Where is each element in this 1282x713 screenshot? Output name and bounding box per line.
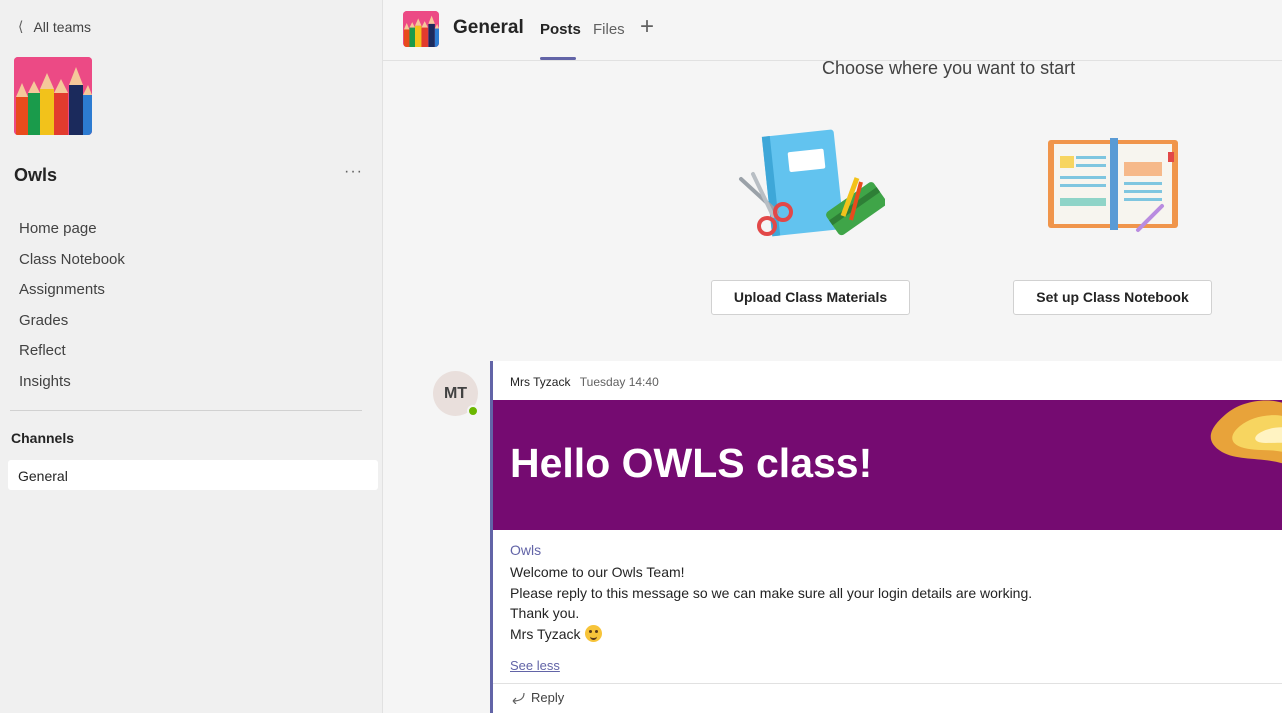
- announcement-banner: Hello OWLS class!: [493, 400, 1282, 530]
- nav-item-reflect[interactable]: Reflect: [0, 336, 383, 367]
- post-line: Please reply to this message so we can m…: [510, 584, 1033, 601]
- team-nav-list: Home page Class Notebook Assignments Gra…: [0, 214, 383, 397]
- all-teams-label: All teams: [33, 18, 92, 35]
- post-subject: Owls: [510, 542, 542, 558]
- team-more-options-button[interactable]: ···: [344, 163, 363, 181]
- nav-item-insights[interactable]: Insights: [0, 367, 383, 398]
- nav-item-class-notebook[interactable]: Class Notebook: [0, 245, 383, 276]
- start-title: Choose where you want to start: [822, 58, 1076, 78]
- presence-available-icon: [467, 405, 479, 417]
- post-footer: Reply: [493, 683, 1282, 713]
- upload-class-materials-button[interactable]: Upload Class Materials: [711, 280, 910, 315]
- tab-posts[interactable]: Posts: [540, 21, 581, 38]
- teams-app: ⟨ All teams Owls ··· Home page Class Not…: [0, 0, 1282, 713]
- banner-heading: Hello OWLS class!: [510, 440, 873, 486]
- chevron-left-icon: ⟨: [18, 18, 24, 34]
- active-tab-indicator: [540, 57, 576, 60]
- see-less-link[interactable]: See less: [510, 658, 560, 673]
- fireball-decoration-icon: [1210, 400, 1282, 464]
- class-notebook-illustration: [1048, 138, 1178, 232]
- reply-arrow-icon: [512, 692, 525, 704]
- post-body: Welcome to our Owls Team! Please reply t…: [510, 562, 1032, 644]
- team-name: Owls: [14, 165, 58, 185]
- set-up-class-notebook-button[interactable]: Set up Class Notebook: [1013, 280, 1212, 315]
- hug-emoji-icon: [584, 624, 602, 642]
- channel-title: General: [453, 17, 524, 38]
- post-line: Welcome to our Owls Team!: [510, 564, 685, 580]
- post-timestamp: Tuesday 14:40: [579, 375, 659, 389]
- channels-heading: Channels: [11, 430, 75, 446]
- post-meta: Mrs Tyzack Tuesday 14:40: [510, 375, 659, 389]
- team-avatar-pencils: [14, 57, 92, 135]
- reply-button[interactable]: Reply: [509, 690, 564, 705]
- post-line: Thank you.: [510, 605, 580, 622]
- sidebar-divider: [10, 410, 362, 411]
- class-materials-illustration: [739, 129, 885, 237]
- channel-item-general[interactable]: General: [8, 460, 378, 490]
- nav-item-assignments[interactable]: Assignments: [0, 275, 383, 306]
- add-tab-plus-icon[interactable]: +: [640, 13, 654, 41]
- nav-item-grades[interactable]: Grades: [0, 306, 383, 337]
- all-teams-link[interactable]: ⟨ All teams: [18, 18, 91, 35]
- reply-label: Reply: [531, 690, 565, 705]
- channel-header: General Posts Files +: [383, 0, 1282, 61]
- channel-post: Mrs Tyzack Tuesday 14:40 Hello OWLS clas…: [490, 361, 1282, 713]
- nav-item-home-page[interactable]: Home page: [0, 214, 383, 245]
- post-signature-line: Mrs Tyzack: [510, 624, 1032, 645]
- team-icon-small: [403, 11, 439, 47]
- team-sidebar: ⟨ All teams Owls ··· Home page Class Not…: [0, 0, 383, 713]
- post-author: Mrs Tyzack: [510, 375, 571, 389]
- post-line: Mrs Tyzack: [510, 625, 581, 642]
- tab-files[interactable]: Files: [593, 21, 625, 38]
